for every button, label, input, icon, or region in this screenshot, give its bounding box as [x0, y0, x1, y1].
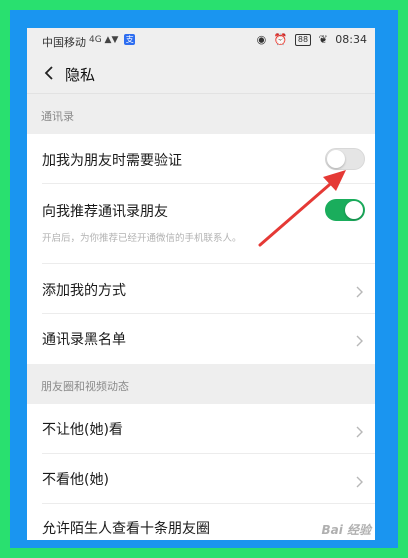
section-header-contacts: 通讯录 [27, 94, 375, 134]
dont-let-see-label: 不让他(她)看 [42, 422, 123, 438]
setting-row-verify-friend[interactable]: 加我为朋友时需要验证 [27, 134, 375, 184]
signal-text: 4G ▲▼ [89, 35, 119, 45]
chevron-right-icon [353, 332, 365, 347]
dont-see-label: 不看他(她) [42, 472, 109, 488]
carrier-name: 中国移动 [42, 36, 86, 49]
chevron-right-icon [353, 283, 365, 298]
verify-friend-toggle[interactable] [325, 148, 365, 170]
status-right: ◉ ⏰ 88 ❦ 08:34 [253, 33, 367, 46]
add-method-label: 添加我的方式 [42, 283, 126, 299]
verify-friend-label: 加我为朋友时需要验证 [42, 153, 182, 169]
eye-icon: ◉ [256, 33, 267, 46]
section-header-moments: 朋友圈和视频动态 [27, 364, 375, 404]
setting-row-dont-let-see[interactable]: 不让他(她)看 [27, 404, 375, 454]
recommend-contacts-label: 向我推荐通讯录朋友 [42, 204, 168, 220]
back-arrow-icon[interactable] [39, 62, 61, 84]
alipay-icon: 支 [124, 34, 136, 45]
clock-time: 08:34 [335, 33, 367, 46]
setting-row-blacklist[interactable]: 通讯录黑名单 [27, 314, 375, 364]
nav-header: 隐私 [27, 54, 375, 94]
phone-screen: 中国移动 4G ▲▼ 支 ◉ ⏰ 88 ❦ 08:34 隐私 通讯录 加我为朋友… [27, 28, 375, 540]
setting-row-add-method[interactable]: 添加我的方式 [27, 264, 375, 314]
alarm-icon: ⏰ [273, 33, 288, 46]
page-title: 隐私 [65, 66, 96, 84]
toggle-knob [327, 150, 345, 168]
chevron-right-icon [353, 423, 365, 438]
chevron-right-icon [353, 473, 365, 488]
recommend-contacts-hint: 开启后，为你推荐已经开通微信的手机联系人。 [42, 233, 242, 244]
watermark: Bai 经验 [321, 523, 371, 537]
setting-row-dont-see[interactable]: 不看他(她) [27, 454, 375, 504]
signal-indicator: 4G ▲▼ 支 [89, 34, 136, 45]
toggle-knob [345, 201, 363, 219]
blacklist-label: 通讯录黑名单 [42, 332, 126, 348]
recommend-contacts-toggle[interactable] [325, 199, 365, 221]
setting-row-recommend-contacts[interactable]: 向我推荐通讯录朋友 开启后，为你推荐已经开通微信的手机联系人。 [27, 184, 375, 264]
strangers-moments-label: 允许陌生人查看十条朋友圈 [42, 521, 210, 537]
leaf-icon: ❦ [318, 33, 328, 46]
battery-icon: 88 [294, 34, 312, 46]
status-bar: 中国移动 4G ▲▼ 支 ◉ ⏰ 88 ❦ 08:34 [27, 28, 375, 54]
